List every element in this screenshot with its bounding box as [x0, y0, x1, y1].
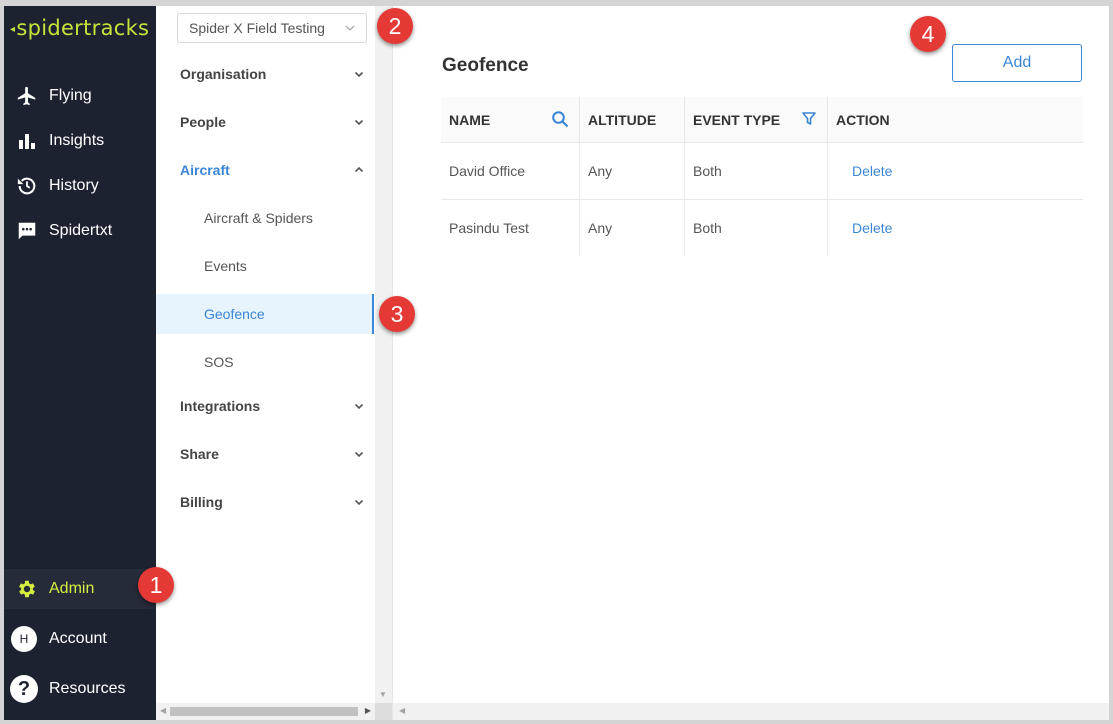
menu-aircraft[interactable]: Aircraft	[180, 160, 364, 180]
column-header-label: EVENT TYPE	[693, 111, 781, 128]
filter-icon[interactable]	[801, 110, 817, 129]
airplane-icon	[16, 85, 38, 107]
cell-altitude: Any	[579, 199, 685, 256]
chevron-down-icon	[354, 446, 364, 462]
chevron-up-icon	[354, 162, 364, 178]
logo-text: spidertracks	[16, 16, 150, 40]
cell-altitude: Any	[579, 142, 685, 200]
column-header-name: NAME	[441, 97, 580, 143]
scroll-left-arrow-icon[interactable]: ◀	[160, 706, 166, 715]
callout-badge-1: 1	[138, 567, 174, 603]
cell-action: Delete	[828, 200, 1084, 257]
search-icon[interactable]	[551, 110, 569, 131]
organisation-select[interactable]: Spider X Field Testing	[177, 13, 367, 43]
table-header-row: NAME ALTITUDE EVENT TYPE ACTION	[441, 97, 1083, 143]
avatar: H	[11, 626, 37, 652]
menu-people[interactable]: People	[180, 112, 364, 132]
nav-item-label: Insights	[49, 132, 105, 149]
column-header-event-type: EVENT TYPE	[684, 97, 828, 143]
scroll-down-arrow-icon[interactable]: ▼	[379, 690, 387, 699]
logo[interactable]: ◂spidertracks	[10, 16, 149, 40]
menu-item-label: Geofence	[204, 306, 265, 322]
admin-submenu: Spider X Field Testing Organisation Peop…	[156, 6, 392, 720]
cell-name: David Office	[441, 142, 580, 200]
geofence-table: NAME ALTITUDE EVENT TYPE ACTION David Of…	[441, 97, 1083, 256]
column-header-label: ACTION	[836, 111, 890, 128]
submenu-vertical-scrollbar[interactable]: ▼	[375, 6, 392, 703]
menu-label: Organisation	[180, 66, 267, 82]
menu-billing[interactable]: Billing	[180, 492, 364, 512]
chevron-down-icon	[344, 21, 356, 37]
scrollbar-thumb[interactable]	[170, 707, 358, 716]
nav-item-flying[interactable]: Flying	[4, 76, 156, 116]
menu-item-geofence[interactable]: Geofence	[156, 294, 374, 334]
chevron-down-icon	[354, 66, 364, 82]
main-nav: ◂spidertracks Flying Insights History Sp…	[4, 6, 156, 720]
table-row: Pasindu Test Any Both Delete	[441, 199, 1084, 257]
main-horizontal-scrollbar[interactable]: ◀	[393, 703, 1109, 720]
scroll-left-arrow-icon[interactable]: ◀	[399, 706, 405, 715]
nav-item-label: History	[49, 177, 99, 194]
nav-item-account[interactable]: H Account	[4, 619, 156, 659]
menu-integrations[interactable]: Integrations	[180, 396, 364, 416]
column-header-altitude: ALTITUDE	[579, 97, 685, 143]
menu-item-sos[interactable]: SOS	[156, 342, 374, 382]
column-header-label: ALTITUDE	[588, 111, 657, 128]
nav-item-label: Admin	[49, 580, 95, 597]
menu-item-label: SOS	[204, 354, 234, 370]
menu-item-label: Events	[204, 258, 247, 274]
menu-item-label: Aircraft & Spiders	[204, 210, 313, 226]
main-content: Geofence Add NAME ALTITUDE EVENT TYPE AC…	[392, 6, 1109, 720]
app-window: ◂spidertracks Flying Insights History Sp…	[4, 6, 1109, 720]
chevron-down-icon	[354, 114, 364, 130]
chat-icon	[16, 220, 38, 242]
menu-item-events[interactable]: Events	[156, 246, 374, 286]
scroll-right-arrow-icon[interactable]: ▶	[365, 706, 371, 715]
nav-item-label: Resources	[49, 680, 126, 697]
column-header-action: ACTION	[827, 97, 1083, 143]
nav-item-history[interactable]: History	[4, 166, 156, 206]
help-icon: ?	[10, 675, 38, 703]
cell-name: Pasindu Test	[441, 199, 580, 256]
callout-badge-3: 3	[379, 296, 415, 332]
delete-link[interactable]: Delete	[836, 220, 892, 236]
cell-action: Delete	[827, 142, 1083, 200]
nav-item-label: Spidertxt	[49, 222, 113, 239]
submenu-horizontal-scrollbar[interactable]: ◀ ▶	[156, 703, 375, 720]
cell-event-type: Both	[684, 142, 828, 200]
organisation-select-value: Spider X Field Testing	[189, 20, 325, 36]
menu-label: Share	[180, 446, 219, 462]
nav-item-admin[interactable]: Admin	[4, 569, 156, 609]
menu-label: Aircraft	[180, 162, 230, 178]
nav-item-resources[interactable]: ? Resources	[4, 669, 156, 709]
nav-item-spidertxt[interactable]: Spidertxt	[4, 211, 156, 251]
cell-event-type: Both	[684, 199, 828, 256]
menu-label: People	[180, 114, 226, 130]
nav-item-insights[interactable]: Insights	[4, 121, 156, 161]
chevron-down-icon	[354, 398, 364, 414]
delete-link[interactable]: Delete	[836, 163, 892, 179]
chevron-down-icon	[354, 494, 364, 510]
menu-organisation[interactable]: Organisation	[180, 64, 364, 84]
history-icon	[16, 175, 38, 197]
page-title: Geofence	[442, 55, 529, 76]
column-header-label: NAME	[449, 111, 491, 128]
caret-left-icon: ◂	[10, 23, 16, 35]
add-button[interactable]: Add	[952, 44, 1082, 82]
nav-item-label: Account	[49, 630, 107, 647]
table-row: David Office Any Both Delete	[441, 142, 1083, 200]
callout-badge-2: 2	[377, 8, 413, 44]
callout-badge-4: 4	[910, 16, 946, 52]
menu-share[interactable]: Share	[180, 444, 364, 464]
menu-label: Billing	[180, 494, 223, 510]
gear-icon	[16, 578, 38, 600]
menu-item-aircraft-spiders[interactable]: Aircraft & Spiders	[156, 198, 374, 238]
bar-chart-icon	[16, 130, 38, 152]
menu-label: Integrations	[180, 398, 261, 414]
nav-item-label: Flying	[49, 87, 92, 104]
scrollbar-corner	[375, 703, 392, 720]
